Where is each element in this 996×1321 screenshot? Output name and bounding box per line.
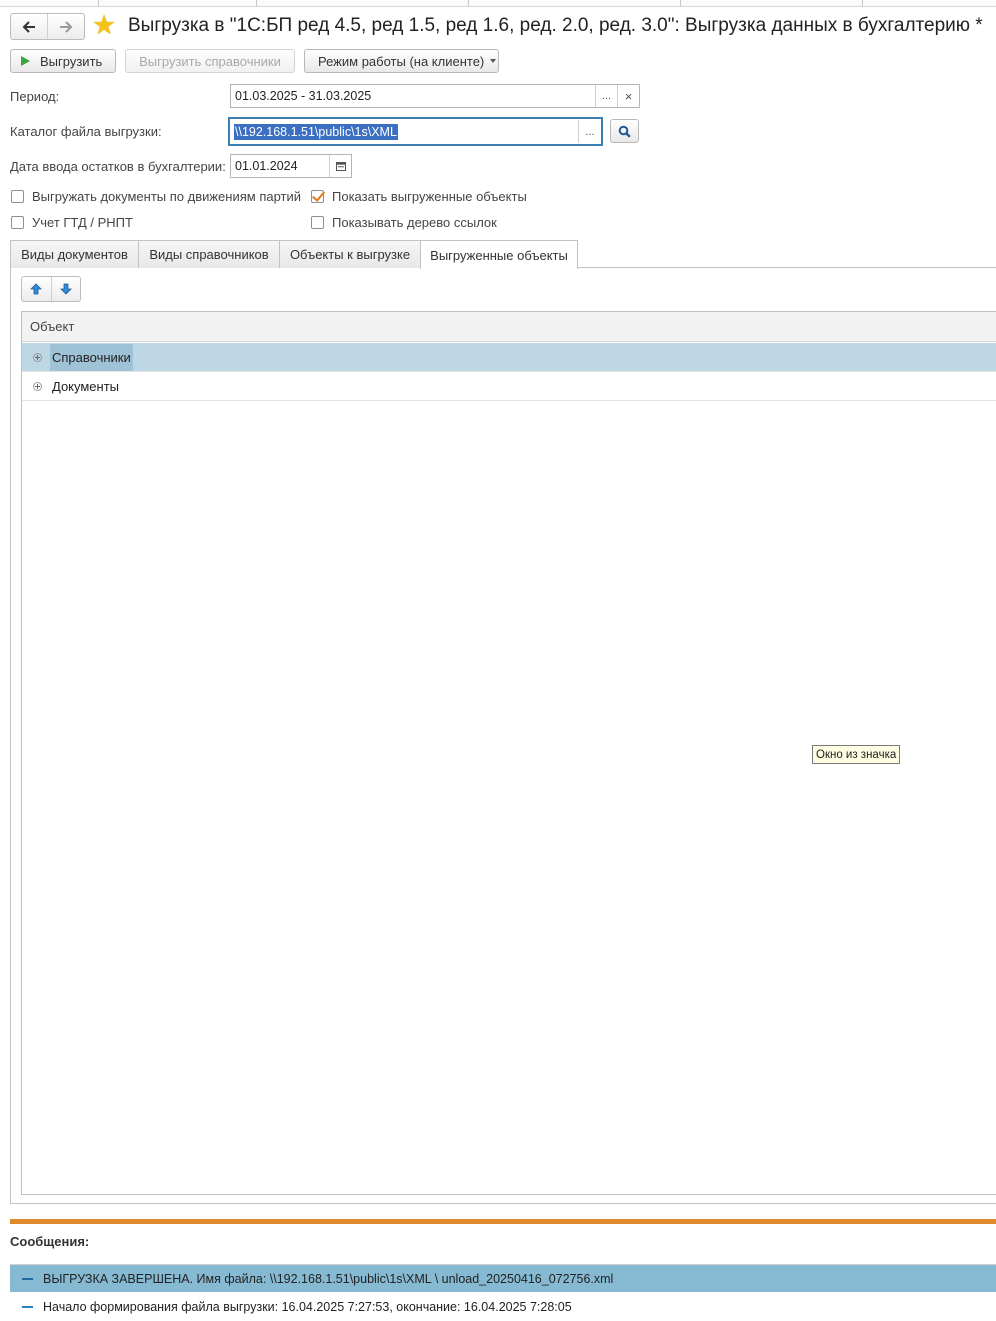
export-button-label: Выгрузить — [40, 53, 103, 69]
tab-objects-to-export[interactable]: Объекты к выгрузке — [279, 240, 421, 268]
tab-document-types[interactable]: Виды документов — [10, 240, 139, 268]
search-button[interactable] — [610, 119, 639, 143]
move-down-button[interactable] — [50, 277, 81, 301]
star-icon[interactable]: ★ — [92, 11, 116, 39]
folder-path-input[interactable]: \\192.168.1.51\public\1s\XML ... — [228, 117, 603, 146]
message-text: Начало формирования файла выгрузки: 16.0… — [43, 1300, 572, 1314]
export-button[interactable]: Выгрузить — [10, 49, 116, 73]
period-select-button[interactable]: ... — [595, 85, 617, 107]
work-mode-label: Режим работы (на клиенте) — [318, 53, 485, 69]
work-mode-dropdown[interactable]: Режим работы (на клиенте) — [304, 49, 499, 73]
arrow-up-icon — [30, 283, 43, 295]
arrow-down-icon — [59, 283, 72, 295]
export-references-button[interactable]: Выгрузить справочники — [125, 49, 295, 73]
tab-reference-types[interactable]: Виды справочников — [138, 240, 280, 268]
period-label: Период: — [10, 89, 60, 104]
message-dash-icon — [22, 1277, 33, 1280]
checkbox-gtd[interactable]: Учет ГТД / РНПТ — [11, 215, 133, 230]
arrow-right-icon — [60, 20, 73, 33]
checkbox-label: Показывать дерево ссылок — [332, 215, 497, 230]
checkbox-box-checked[interactable] — [311, 188, 326, 203]
expand-icon[interactable] — [33, 381, 42, 391]
tree-row-references[interactable]: Справочники — [22, 343, 996, 372]
tree-row-label: Справочники — [50, 343, 133, 371]
balance-date-value: 01.01.2024 — [235, 159, 298, 173]
checkbox-show-exported[interactable]: Показать выгруженные объекты — [311, 188, 527, 204]
forward-button[interactable] — [47, 14, 84, 39]
period-value: 01.03.2025 - 31.03.2025 — [235, 89, 372, 103]
table-header: Объект — [22, 312, 996, 342]
checkbox-box[interactable] — [11, 216, 24, 229]
back-button[interactable] — [11, 14, 47, 39]
checkbox-party-movements[interactable]: Выгружать документы по движениям партий — [11, 189, 301, 204]
chevron-down-icon — [490, 59, 497, 63]
top-window-strip — [0, 0, 996, 7]
balance-date-label: Дата ввода остатков в бухгалтерии: — [10, 159, 226, 174]
checkbox-box[interactable] — [11, 190, 24, 203]
messages-title: Сообщения: — [10, 1234, 90, 1249]
checkbox-label: Учет ГТД / РНПТ — [32, 215, 133, 230]
move-buttons — [21, 276, 81, 302]
folder-label: Каталог файла выгрузки: — [10, 124, 162, 139]
checkmark-icon — [311, 188, 326, 202]
page-title: Выгрузка в "1С:БП ред 4.5, ред 1.5, ред … — [128, 15, 983, 36]
tree-row-label: Документы — [52, 378, 120, 394]
arrow-left-icon — [22, 20, 35, 33]
message-item[interactable]: ВЫГРУЗКА ЗАВЕРШЕНА. Имя файла: \\192.168… — [10, 1264, 996, 1292]
folder-select-button[interactable]: ... — [578, 120, 601, 143]
balance-date-input[interactable]: 01.01.2024 — [230, 154, 352, 178]
move-up-button[interactable] — [22, 277, 51, 301]
expand-icon[interactable] — [33, 352, 42, 362]
search-icon — [618, 125, 631, 138]
message-text: ВЫГРУЗКА ЗАВЕРШЕНА. Имя файла: \\192.168… — [43, 1271, 614, 1286]
calendar-icon[interactable] — [329, 155, 351, 177]
play-icon — [21, 56, 30, 66]
tooltip: Окно из значка — [812, 745, 901, 764]
period-field[interactable]: 01.03.2025 - 31.03.2025 ... × — [230, 84, 640, 108]
message-item[interactable]: Начало формирования файла выгрузки: 16.0… — [10, 1293, 996, 1321]
checkbox-label: Выгружать документы по движениям партий — [32, 189, 302, 204]
period-clear-button[interactable]: × — [617, 85, 639, 107]
navigation-buttons — [10, 13, 85, 40]
message-dash-icon — [22, 1306, 33, 1308]
checkbox-show-link-tree[interactable]: Показывать дерево ссылок — [311, 215, 497, 230]
tab-exported-objects[interactable]: Выгруженные объекты — [420, 240, 578, 269]
export-references-label: Выгрузить справочники — [139, 53, 281, 69]
checkbox-box[interactable] — [311, 216, 324, 229]
messages-divider — [10, 1219, 996, 1224]
column-header-object: Объект — [30, 319, 75, 334]
checkbox-label: Показать выгруженные объекты — [332, 189, 527, 204]
tree-row-documents[interactable]: Документы — [22, 372, 996, 401]
folder-path-value: \\192.168.1.51\public\1s\XML — [234, 123, 398, 140]
